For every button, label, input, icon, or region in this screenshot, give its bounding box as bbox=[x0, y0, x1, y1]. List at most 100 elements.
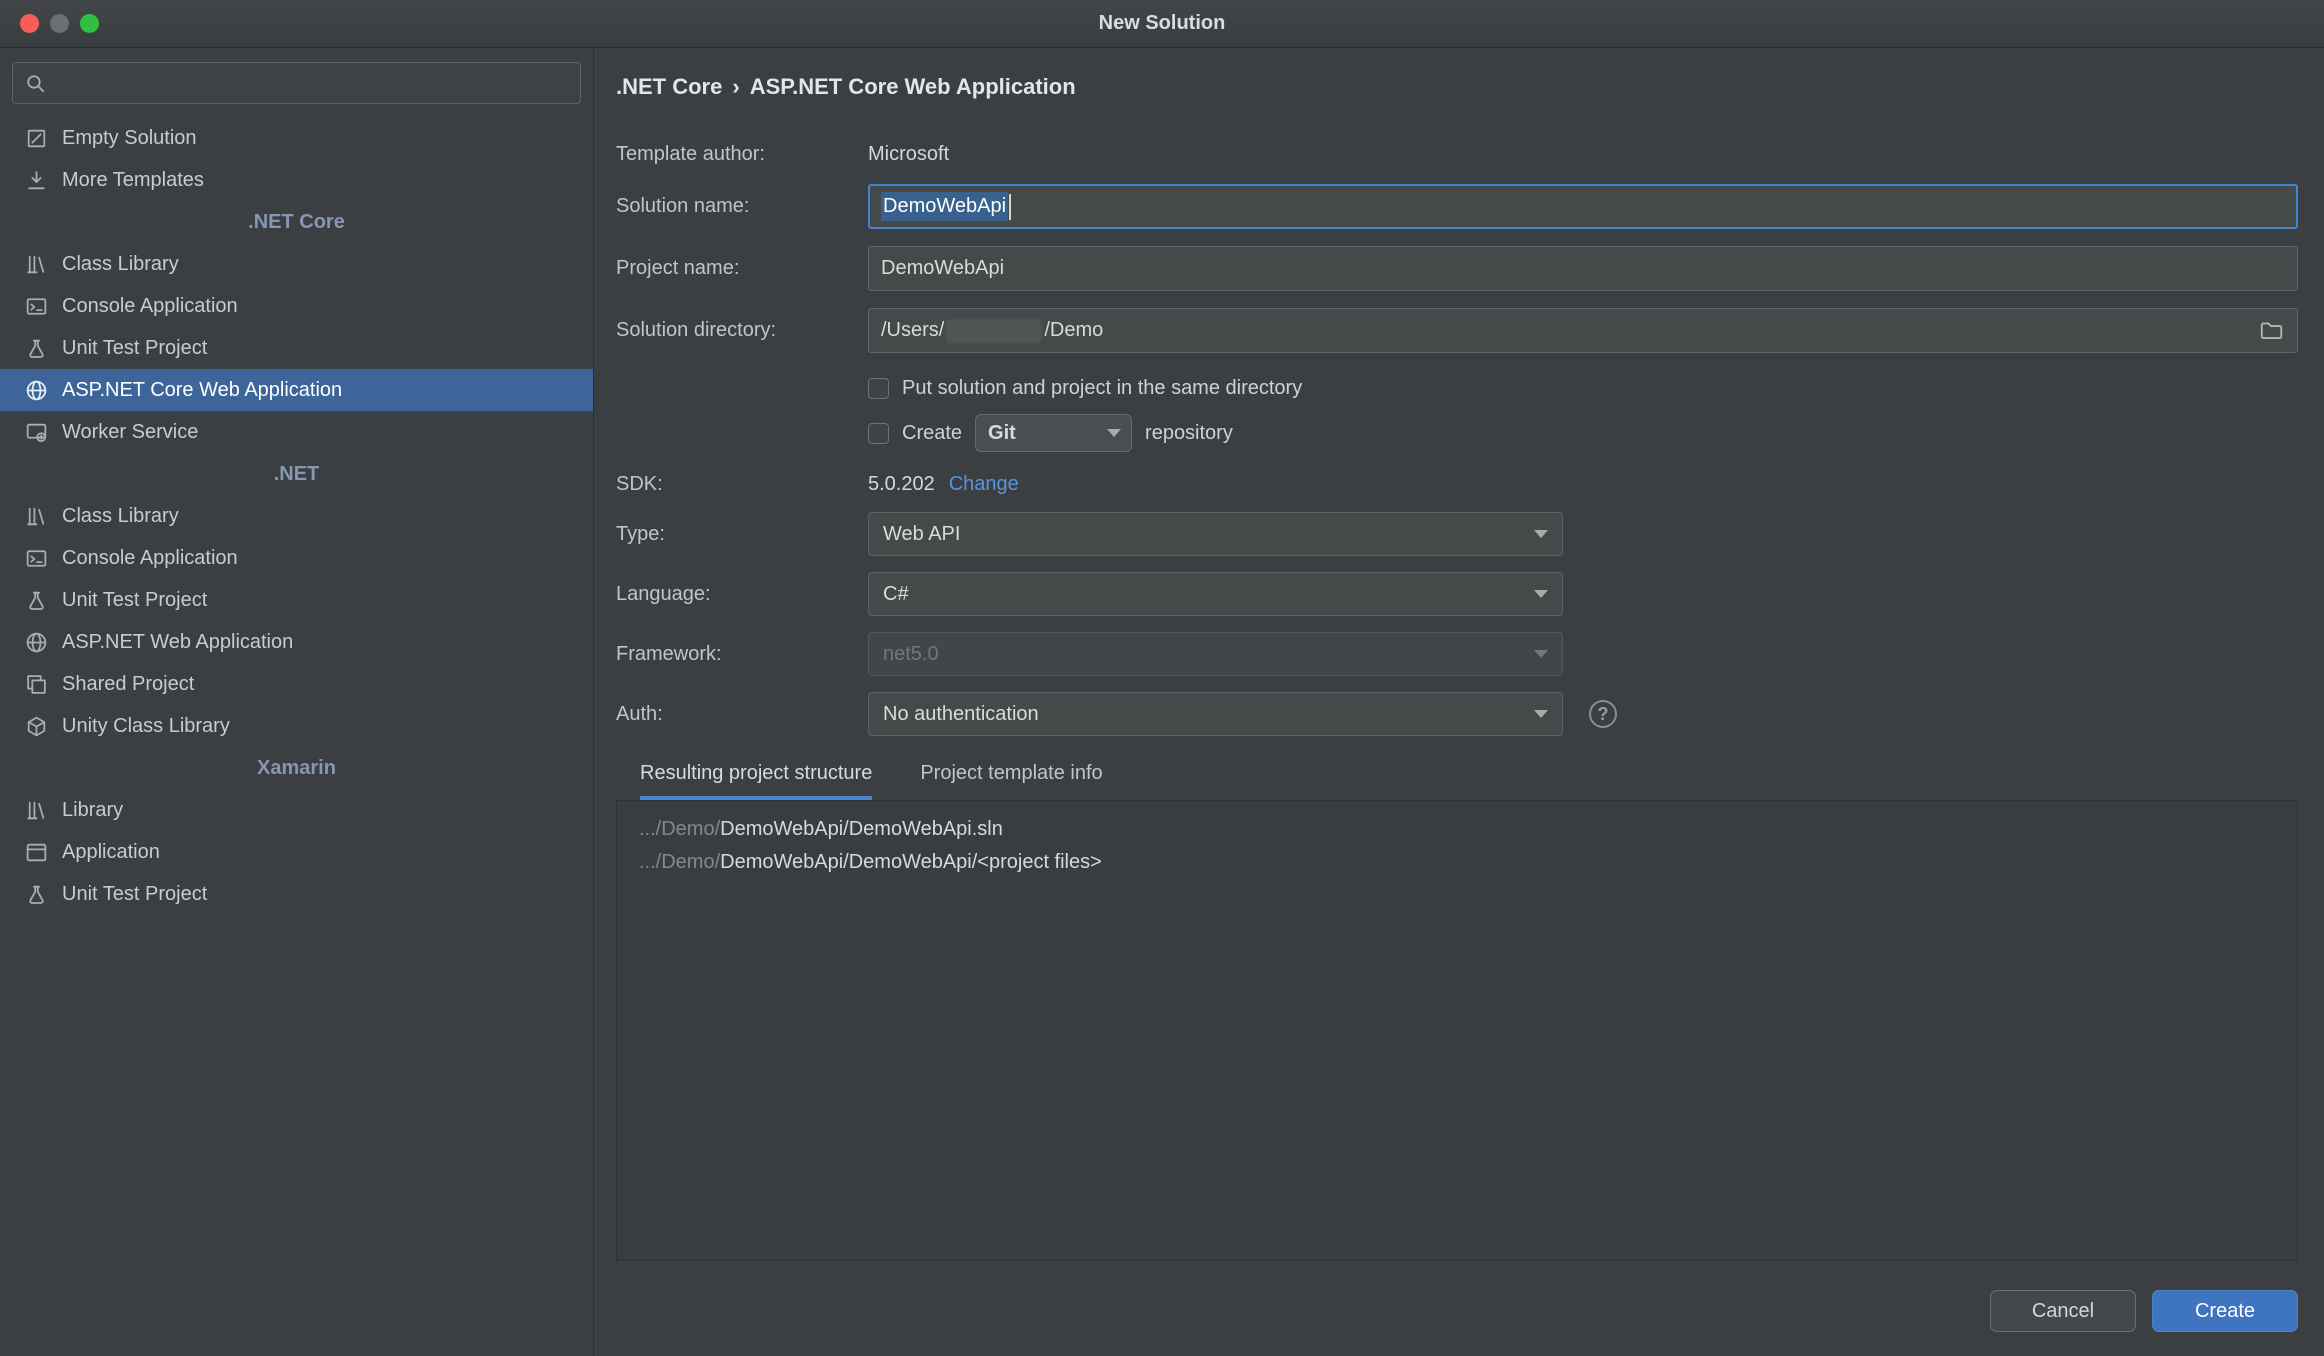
unit-test-icon bbox=[24, 588, 49, 613]
language-dropdown-value: C# bbox=[883, 582, 909, 605]
breadcrumb-current: ASP.NET Core Web Application bbox=[749, 74, 1076, 99]
vcs-dropdown[interactable]: Git bbox=[975, 414, 1133, 452]
sidebar-group-xamarin: Xamarin bbox=[257, 756, 336, 779]
directory-prefix: /Users/ bbox=[881, 319, 945, 341]
unit-test-icon bbox=[24, 336, 49, 361]
sidebar-item-label: ASP.NET Core Web Application bbox=[62, 378, 343, 401]
template-author-value: Microsoft bbox=[868, 142, 950, 165]
search-input[interactable] bbox=[56, 71, 570, 95]
sidebar-item-aspnet-core-web-application[interactable]: ASP.NET Core Web Application bbox=[0, 369, 593, 411]
console-icon bbox=[24, 546, 49, 571]
auth-dropdown-value: No authentication bbox=[883, 702, 1039, 725]
language-label: Language: bbox=[616, 582, 711, 605]
sidebar-group-dotnet-core: .NET Core bbox=[248, 210, 345, 233]
folder-icon bbox=[2258, 318, 2284, 344]
sidebar-item-xamarin-library[interactable]: Library bbox=[0, 789, 593, 831]
template-author-label: Template author: bbox=[616, 142, 765, 165]
tab-resulting-project-structure[interactable]: Resulting project structure bbox=[640, 762, 873, 800]
type-label: Type: bbox=[616, 522, 665, 545]
sidebar-item-label: Console Application bbox=[62, 546, 238, 569]
template-sidebar: Empty Solution More Templates .NET Core … bbox=[0, 48, 594, 1356]
sdk-label: SDK: bbox=[616, 472, 663, 495]
chevron-down-icon bbox=[1534, 650, 1548, 658]
download-icon bbox=[24, 168, 49, 193]
class-library-icon bbox=[24, 798, 49, 823]
sidebar-item-aspnet-web-application[interactable]: ASP.NET Web Application bbox=[0, 621, 593, 663]
sidebar-item-label: Unit Test Project bbox=[62, 336, 208, 359]
solution-name-label: Solution name: bbox=[616, 195, 750, 217]
create-button[interactable]: Create bbox=[2152, 1290, 2298, 1332]
solution-directory-input[interactable]: /Users/ /Demo bbox=[868, 308, 2298, 353]
sidebar-item-unity-class-library[interactable]: Unity Class Library bbox=[0, 705, 593, 747]
sidebar-item-label: Empty Solution bbox=[62, 126, 197, 149]
unity-icon bbox=[24, 714, 49, 739]
sidebar-item-xamarin-application[interactable]: Application bbox=[0, 831, 593, 873]
dialog-footer: Cancel Create bbox=[616, 1290, 2298, 1356]
preview-tabs: Resulting project structure Project temp… bbox=[640, 762, 2298, 800]
new-solution-dialog: New Solution Empty Solution More Templat… bbox=[0, 0, 2324, 1356]
sidebar-item-class-library-core[interactable]: Class Library bbox=[0, 243, 593, 285]
console-icon bbox=[24, 294, 49, 319]
worker-service-icon bbox=[24, 420, 49, 445]
structure-line: .../Demo/DemoWebApi/DemoWebApi/<project … bbox=[639, 846, 2275, 879]
same-directory-checkbox[interactable] bbox=[868, 378, 889, 399]
language-dropdown[interactable]: C# bbox=[868, 572, 1563, 616]
template-settings-panel: .NET Core › ASP.NET Core Web Application… bbox=[594, 48, 2324, 1356]
chevron-down-icon bbox=[1107, 429, 1122, 437]
solution-name-input[interactable]: DemoWebApi bbox=[868, 184, 2298, 229]
structure-line-path: DemoWebApi/DemoWebApi.sln bbox=[720, 818, 1003, 840]
cancel-button[interactable]: Cancel bbox=[1990, 1290, 2136, 1332]
zoom-window-button[interactable] bbox=[80, 14, 99, 33]
sidebar-item-shared-project[interactable]: Shared Project bbox=[0, 663, 593, 705]
sidebar-item-label: Class Library bbox=[62, 504, 179, 527]
type-dropdown[interactable]: Web API bbox=[868, 512, 1563, 556]
sdk-row: 5.0.202 Change bbox=[868, 473, 2298, 496]
directory-suffix: /Demo bbox=[1044, 319, 1104, 341]
sidebar-item-more-templates[interactable]: More Templates bbox=[0, 159, 593, 201]
sidebar-item-label: More Templates bbox=[62, 168, 204, 191]
sidebar-item-unit-test-project-net[interactable]: Unit Test Project bbox=[0, 579, 593, 621]
unit-test-icon bbox=[24, 882, 49, 907]
shared-project-icon bbox=[24, 672, 49, 697]
sidebar-item-console-application-core[interactable]: Console Application bbox=[0, 285, 593, 327]
minimize-window-button bbox=[50, 14, 69, 33]
search-icon bbox=[23, 71, 48, 96]
structure-line: .../Demo/DemoWebApi/DemoWebApi.sln bbox=[639, 813, 2275, 846]
help-icon[interactable]: ? bbox=[1589, 700, 1617, 728]
framework-dropdown: net5.0 bbox=[868, 632, 1563, 676]
window-controls bbox=[20, 0, 99, 47]
sdk-change-link[interactable]: Change bbox=[949, 473, 1019, 496]
sidebar-item-label: Console Application bbox=[62, 294, 238, 317]
sidebar-item-label: Unit Test Project bbox=[62, 588, 208, 611]
solution-directory-label: Solution directory: bbox=[616, 319, 777, 341]
sidebar-item-xamarin-unit-test-project[interactable]: Unit Test Project bbox=[0, 873, 593, 915]
sidebar-item-console-application-net[interactable]: Console Application bbox=[0, 537, 593, 579]
globe-icon bbox=[24, 378, 49, 403]
sidebar-item-empty-solution[interactable]: Empty Solution bbox=[0, 117, 593, 159]
sidebar-item-class-library-net[interactable]: Class Library bbox=[0, 495, 593, 537]
create-repository-option: Create Git repository bbox=[868, 414, 2298, 452]
template-list: Empty Solution More Templates .NET Core … bbox=[0, 117, 593, 915]
structure-line-path: DemoWebApi/DemoWebApi/<project files> bbox=[720, 851, 1102, 873]
structure-line-prefix: .../Demo/ bbox=[639, 818, 721, 840]
create-repository-checkbox[interactable] bbox=[868, 422, 889, 444]
class-library-icon bbox=[24, 252, 49, 277]
sidebar-item-label: Worker Service bbox=[62, 420, 199, 443]
type-dropdown-value: Web API bbox=[883, 522, 961, 545]
browse-folder-button[interactable] bbox=[2257, 317, 2285, 345]
create-repository-suffix-label: repository bbox=[1145, 421, 1233, 444]
sidebar-item-worker-service[interactable]: Worker Service bbox=[0, 411, 593, 453]
application-icon bbox=[24, 840, 49, 865]
class-library-icon bbox=[24, 504, 49, 529]
template-search[interactable] bbox=[12, 62, 581, 104]
globe-icon bbox=[24, 630, 49, 655]
project-name-input[interactable] bbox=[868, 246, 2298, 291]
structure-line-prefix: .../Demo/ bbox=[639, 851, 721, 873]
sidebar-item-unit-test-project-core[interactable]: Unit Test Project bbox=[0, 327, 593, 369]
tab-project-template-info[interactable]: Project template info bbox=[920, 762, 1102, 800]
sidebar-group-dotnet: .NET bbox=[273, 462, 320, 485]
auth-label: Auth: bbox=[616, 702, 663, 725]
sdk-value: 5.0.202 bbox=[868, 472, 935, 495]
close-window-button[interactable] bbox=[20, 14, 39, 33]
auth-dropdown[interactable]: No authentication bbox=[868, 692, 1563, 736]
